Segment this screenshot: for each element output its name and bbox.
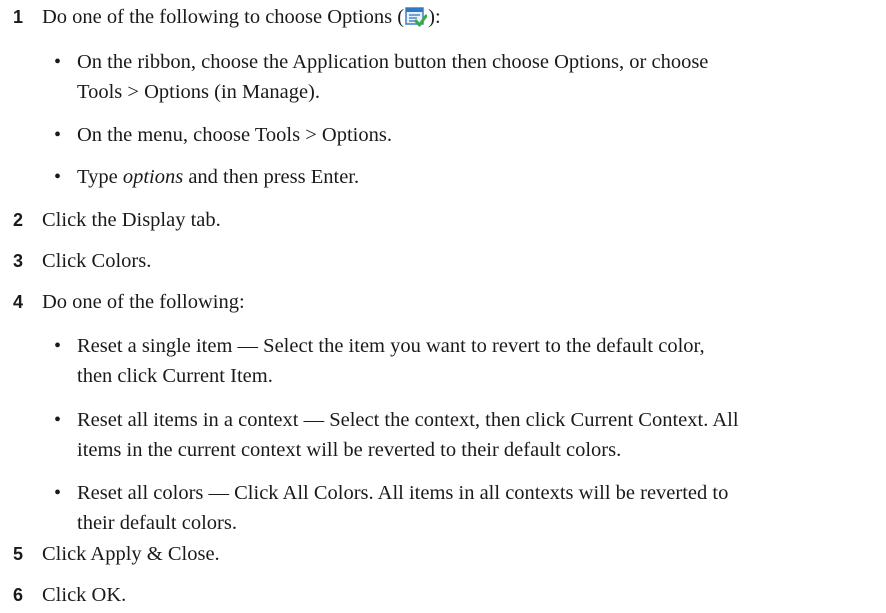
bullet-icon: •	[54, 335, 62, 357]
bullet-icon: •	[54, 166, 62, 188]
list-item: • Type options and then press Enter.	[50, 162, 874, 192]
list-item: • Reset all colors — Click All Colors. A…	[50, 478, 874, 538]
step-text: Do one of the following:	[42, 291, 245, 313]
step-number: 6	[13, 585, 24, 605]
step-text-after: ):	[428, 6, 441, 28]
list-item: • On the menu, choose Tools > Options.	[50, 120, 874, 150]
bullet-text-line: On the menu, choose Tools > Options.	[77, 124, 392, 146]
step-number: 1	[13, 7, 24, 27]
bullet-text-line: Reset all colors — Click All Colors. All…	[77, 482, 729, 504]
bullet-icon: •	[54, 51, 62, 73]
bullet-icon: •	[54, 482, 62, 504]
bullet-text-rest: and then press Enter.	[183, 166, 360, 188]
step-1: 1 Do one of the following to choose Opti…	[12, 2, 876, 32]
step-text: Click OK.	[42, 584, 127, 606]
bullet-text-line: Tools > Options (in Manage).	[77, 81, 320, 103]
step-2: 2 Click the Display tab.	[12, 205, 876, 235]
list-item: • On the ribbon, choose the Application …	[50, 47, 874, 107]
bullet-icon: •	[54, 409, 62, 431]
step-text: Do one of the following to choose Option…	[42, 2, 876, 32]
bullet-text-line: their default colors.	[77, 512, 237, 534]
step-text-before: Do one of the following to choose Option…	[42, 6, 405, 28]
step-number: 4	[13, 292, 24, 312]
step-5: 5 Click Apply & Close.	[12, 539, 876, 569]
step-text: Click Colors.	[42, 250, 152, 272]
list-item: • Reset all items in a context — Select …	[50, 405, 874, 465]
instructions-page: 1 Do one of the following to choose Opti…	[0, 0, 886, 613]
step-number: 2	[13, 210, 24, 230]
bullet-text-prefix: Type	[77, 166, 123, 188]
bullet-text-line: items in the current context will be rev…	[77, 439, 622, 461]
step-number: 3	[13, 251, 24, 271]
bullet-text-line: then click Current Item.	[77, 365, 273, 387]
options-icon	[405, 7, 428, 27]
step-text: Click the Display tab.	[42, 209, 221, 231]
bullet-text-line: Reset all items in a context — Select th…	[77, 409, 739, 431]
bullet-text-line: On the ribbon, choose the Application bu…	[77, 51, 709, 73]
step-3: 3 Click Colors.	[12, 246, 876, 276]
step-number: 5	[13, 544, 24, 564]
bullet-text-line: Reset a single item — Select the item yo…	[77, 335, 705, 357]
step-text: Click Apply & Close.	[42, 543, 220, 565]
step-6: 6 Click OK.	[12, 580, 876, 610]
command-name: options	[122, 166, 184, 188]
list-item: • Reset a single item — Select the item …	[50, 331, 874, 391]
bullet-icon: •	[54, 124, 62, 146]
step-4: 4 Do one of the following:	[12, 287, 876, 317]
